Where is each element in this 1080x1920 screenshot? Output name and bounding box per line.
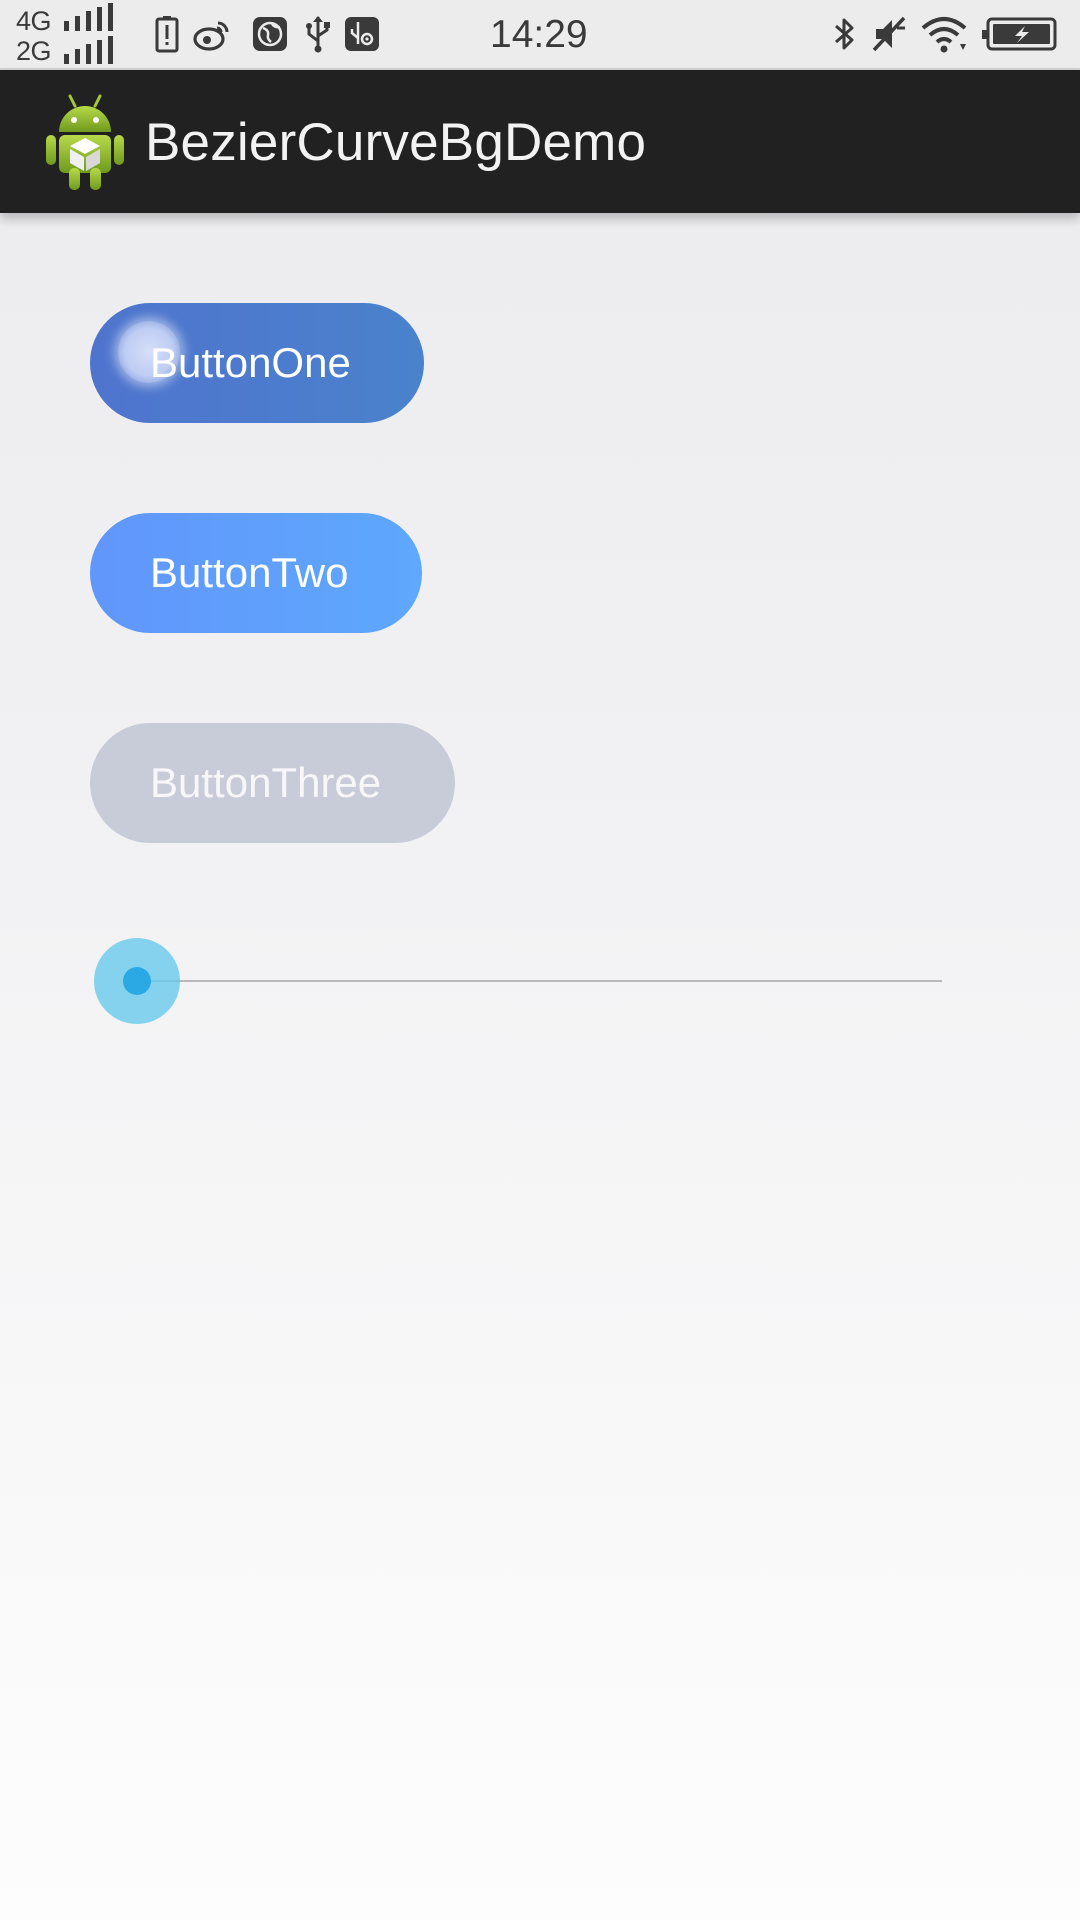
bluetooth-icon	[835, 18, 854, 50]
seek-bar[interactable]	[94, 938, 942, 1024]
button-one-label: ButtonOne	[150, 339, 351, 386]
browser-icon	[253, 17, 287, 51]
battery-charging-icon	[982, 17, 1057, 51]
wifi-icon	[921, 17, 967, 53]
usb-icon	[306, 16, 330, 53]
signal-strength-icon	[64, 3, 113, 31]
button-one[interactable]: ButtonOne	[90, 303, 424, 423]
status-bar: 4G 2G 14:29	[0, 0, 1080, 70]
usb-debug-icon	[345, 17, 379, 51]
button-three[interactable]: ButtonThree	[90, 723, 455, 843]
app-bar: BezierCurveBgDemo	[0, 70, 1080, 213]
status-clock: 14:29	[490, 13, 588, 56]
signal-strength-icon	[64, 36, 113, 64]
battery-alert-icon	[155, 16, 179, 53]
button-two-label: ButtonTwo	[150, 549, 349, 596]
app-title: BezierCurveBgDemo	[145, 113, 647, 172]
button-two[interactable]: ButtonTwo	[90, 513, 422, 633]
button-three-label: ButtonThree	[150, 759, 382, 806]
network-type-secondary: 2G	[16, 36, 52, 66]
weibo-icon	[193, 21, 229, 51]
network-type-primary: 4G	[16, 6, 52, 36]
seek-bar-track[interactable]	[138, 980, 942, 982]
silent-icon	[872, 16, 906, 52]
android-logo-icon	[46, 94, 124, 190]
seek-bar-thumb[interactable]	[123, 967, 151, 995]
